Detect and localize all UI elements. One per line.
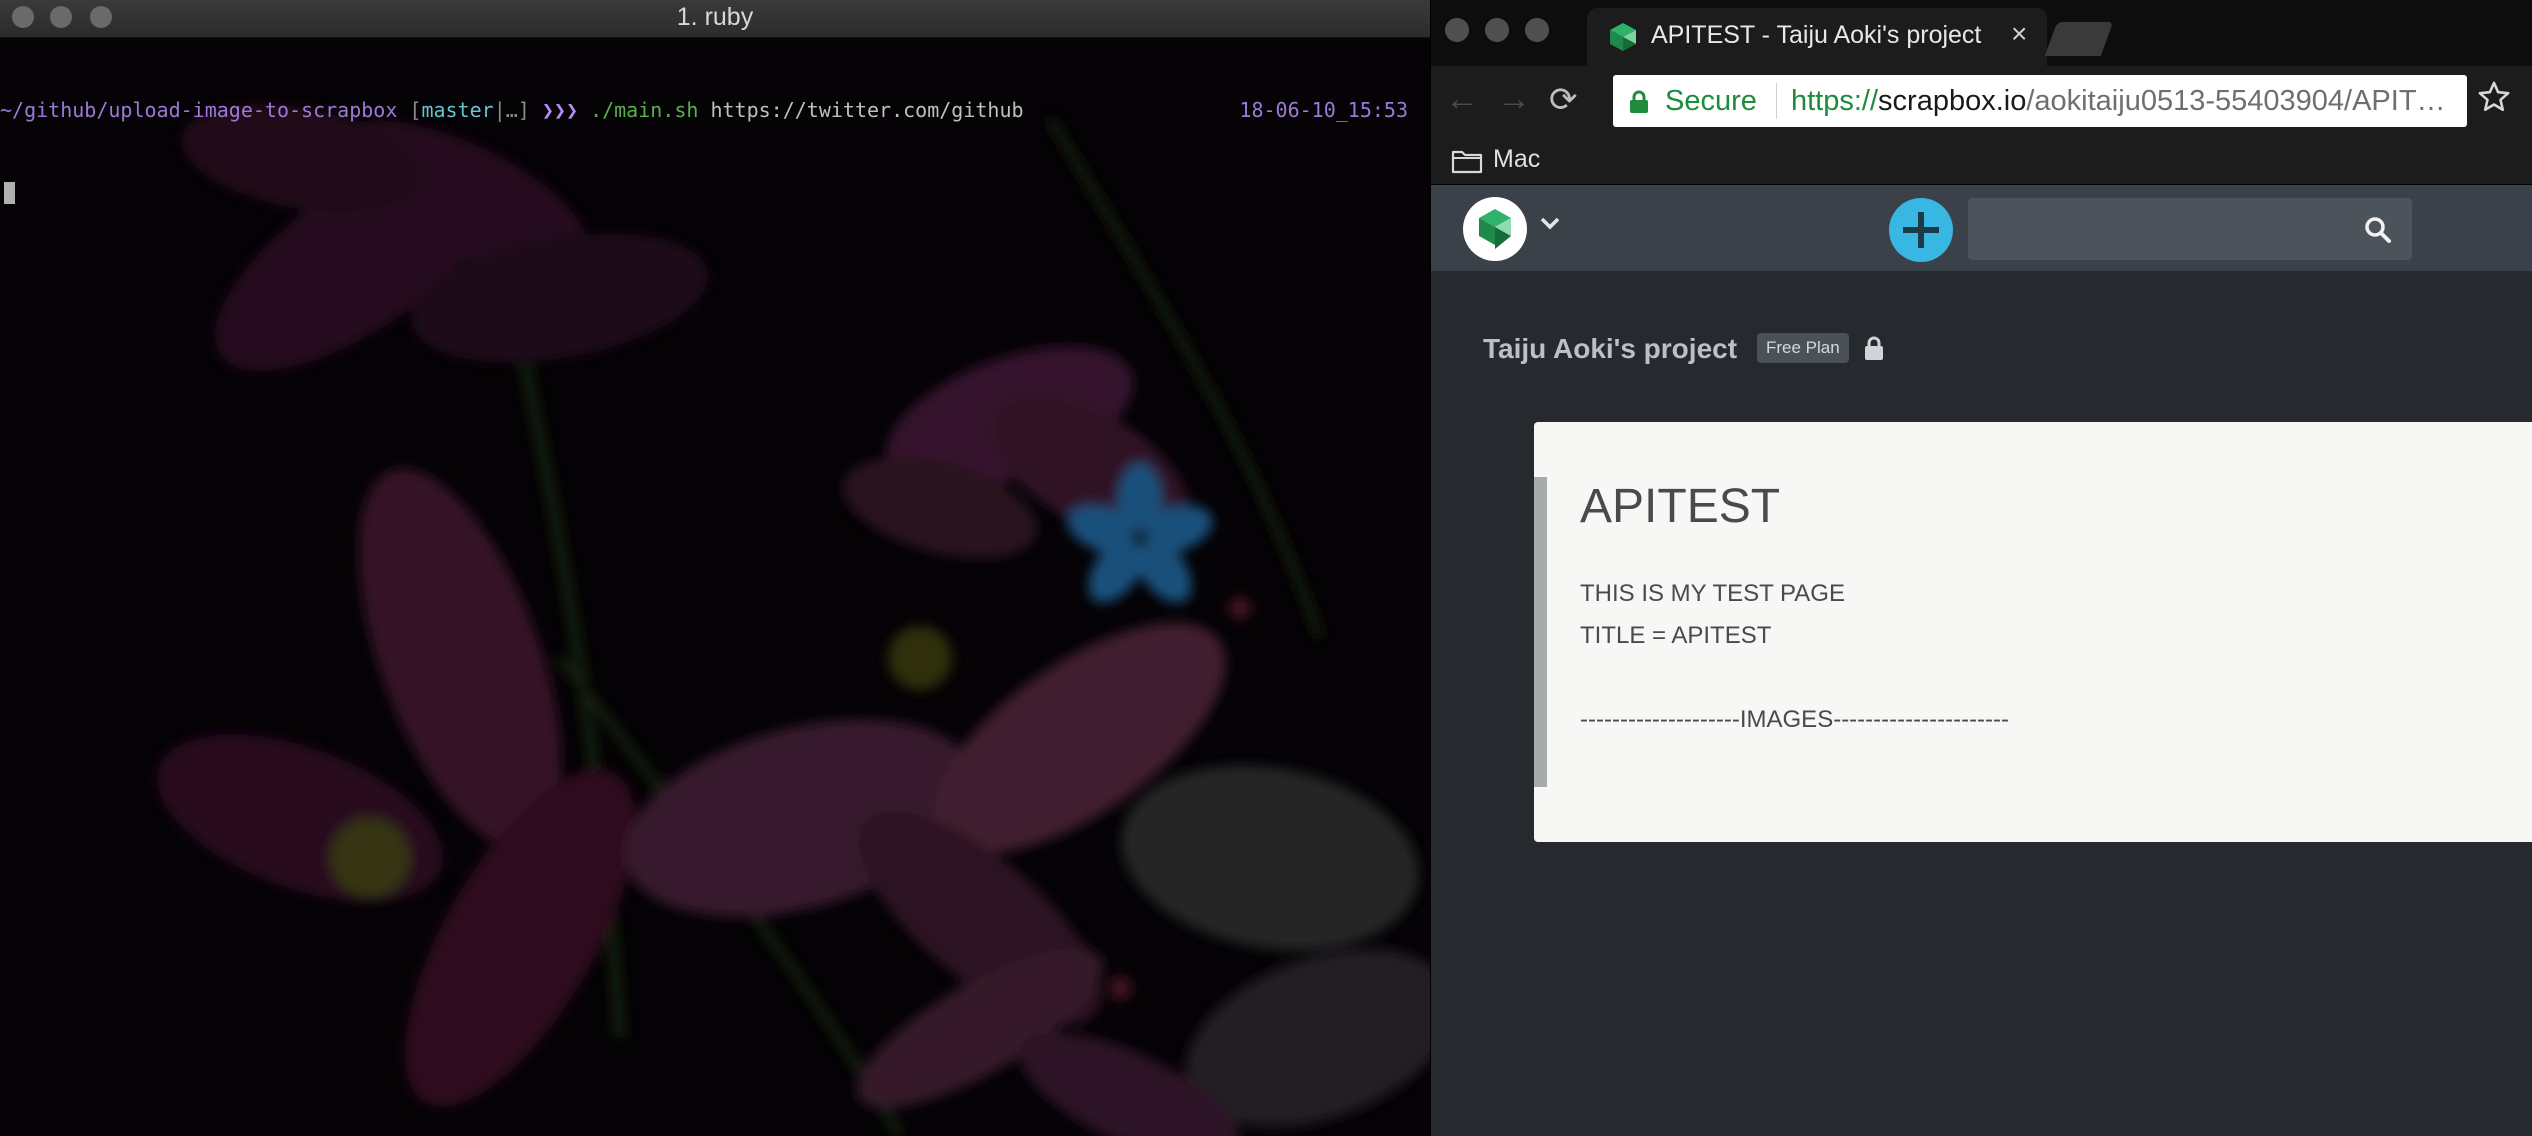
folder-icon: [1451, 150, 1483, 174]
chrome-window[interactable]: APITEST - Taiju Aoki's project × ← → ⟳ S…: [1431, 0, 2532, 1136]
scrapbox-logo-icon: [1479, 209, 1511, 249]
git-status: |…: [493, 98, 518, 122]
forward-arrow-icon[interactable]: →: [1497, 80, 1531, 119]
project-title[interactable]: Taiju Aoki's project: [1483, 333, 1737, 365]
search-icon[interactable]: [2364, 216, 2392, 244]
terminal-output[interactable]: ~/github/upload-image-to-scrapbox [maste…: [0, 40, 1430, 260]
zoom-window-button[interactable]: [1525, 18, 1549, 42]
lock-icon: [1630, 90, 1648, 113]
terminal-titlebar[interactable]: 1. ruby: [0, 0, 1430, 38]
url-text: https://scrapbox.io/aokitaiju0513-554039…: [1791, 85, 2446, 118]
browser-toolbar: ← → ⟳ Secure https://scrapbox.io/aokitai…: [1431, 66, 2532, 136]
plus-icon: [1903, 212, 1939, 248]
url-host: scrapbox.io: [1878, 85, 2027, 117]
bookmarks-bar: Mac: [1431, 136, 2532, 185]
close-window-button[interactable]: [1445, 18, 1469, 42]
url-divider: [1776, 83, 1777, 119]
scrapbox-logo-button[interactable]: [1463, 197, 1527, 261]
page-title[interactable]: APITEST: [1580, 479, 1780, 534]
prompt-arrows: ❯❯❯: [529, 98, 591, 122]
prompt-timestamp: 18-06-10_15:53: [1239, 98, 1408, 122]
page-line[interactable]: --------------------IMAGES--------------…: [1580, 706, 2009, 734]
terminal-cursor: [4, 182, 15, 204]
prompt-path: ~/github/upload-image-to-scrapbox: [0, 98, 398, 122]
page-line[interactable]: TITLE = APITEST: [1580, 622, 1771, 650]
reload-icon[interactable]: ⟳: [1549, 80, 1578, 120]
secure-label: Secure: [1665, 85, 1757, 117]
page-editor[interactable]: APITEST THIS IS MY TEST PAGE TITLE = API…: [1534, 422, 2532, 842]
back-arrow-icon[interactable]: ←: [1445, 80, 1479, 119]
bookmark-label: Mac: [1493, 145, 1541, 173]
search-input[interactable]: [1968, 198, 2348, 260]
command-text: ./main.sh: [590, 98, 699, 122]
branch-close-bracket: ]: [517, 98, 530, 122]
address-bar[interactable]: Secure https://scrapbox.io/aokitaiju0513…: [1613, 75, 2467, 127]
cursor-line-indicator: [1534, 477, 1547, 787]
page-line[interactable]: THIS IS MY TEST PAGE: [1580, 580, 1845, 608]
tab-strip[interactable]: APITEST - Taiju Aoki's project ×: [1431, 0, 2532, 66]
url-path: /aokitaiju0513-55403904/APIT…: [2026, 85, 2446, 117]
prompt-line: ~/github/upload-image-to-scrapbox [maste…: [0, 96, 1430, 124]
tab-apitest[interactable]: APITEST - Taiju Aoki's project ×: [1587, 8, 2047, 66]
new-tab-button[interactable]: [2044, 22, 2114, 56]
terminal-title: 1. ruby: [676, 3, 754, 31]
command-argument: https://twitter.com/github: [698, 98, 1024, 122]
scrapbox-logo-icon: [1610, 23, 1636, 51]
branch-open-bracket: [: [397, 98, 422, 122]
search-box[interactable]: [1968, 198, 2412, 260]
tab-close-icon[interactable]: ×: [2011, 18, 2027, 50]
bookmark-star-icon[interactable]: [2477, 80, 2511, 114]
lock-icon: [1865, 336, 1883, 360]
terminal-window[interactable]: 1. ruby ~/github/upload-image-to-scrapbo…: [0, 0, 1430, 1136]
scrapbox-navbar: [1431, 185, 2532, 271]
new-page-button[interactable]: [1889, 198, 1953, 262]
plan-badge: Free Plan: [1757, 333, 1849, 363]
url-scheme: https://: [1791, 85, 1879, 117]
tab-title: APITEST - Taiju Aoki's project: [1651, 21, 1982, 49]
chevron-down-icon[interactable]: [1539, 215, 1561, 231]
git-branch: master: [421, 98, 494, 122]
page-viewport[interactable]: Taiju Aoki's project Free Plan APITEST T…: [1431, 185, 2532, 1136]
minimize-window-button[interactable]: [1485, 18, 1509, 42]
